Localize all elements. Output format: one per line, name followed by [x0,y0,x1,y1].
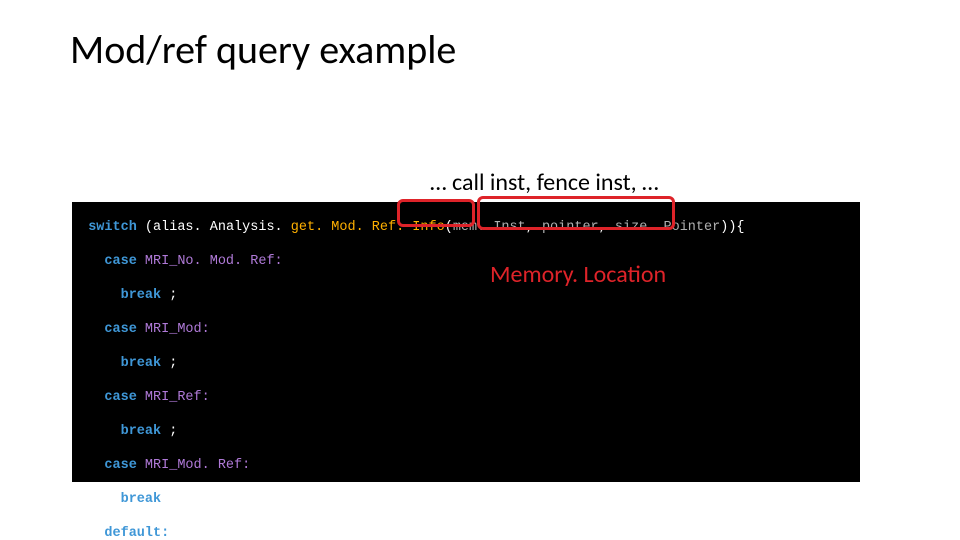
mri-modref: MRI_Mod. Ref: [145,458,250,473]
kw-case-4: case [104,458,136,473]
annotation-memory-location: Memory. Location [490,260,666,289]
alias-analysis: alias. Analysis. [153,220,283,235]
switch-close: )){ [720,220,744,235]
mri-ref: MRI_Ref: [145,390,210,405]
kw-break-4: break [121,492,162,507]
annotation-top: … call inst, fence inst, … [430,168,659,197]
kw-switch: switch [88,220,137,235]
kw-case-2: case [104,322,136,337]
kw-default: default: [104,526,169,540]
highlight-box-pointer-size [477,196,675,230]
kw-break-3: break [121,424,162,439]
kw-break-2: break [121,356,162,371]
paren-open: ( [145,220,153,235]
slide-title: Mod/ref query example [70,25,456,74]
highlight-box-meminst [397,199,475,227]
mri-mod: MRI_Mod: [145,322,210,337]
kw-break-1: break [121,288,162,303]
kw-case-1: case [104,254,136,269]
kw-case-3: case [104,390,136,405]
slide: Mod/ref query example … call inst, fence… [0,0,960,540]
code-block: switch (alias. Analysis. get. Mod. Ref. … [72,202,860,482]
mri-nomodref: MRI_No. Mod. Ref: [145,254,283,269]
